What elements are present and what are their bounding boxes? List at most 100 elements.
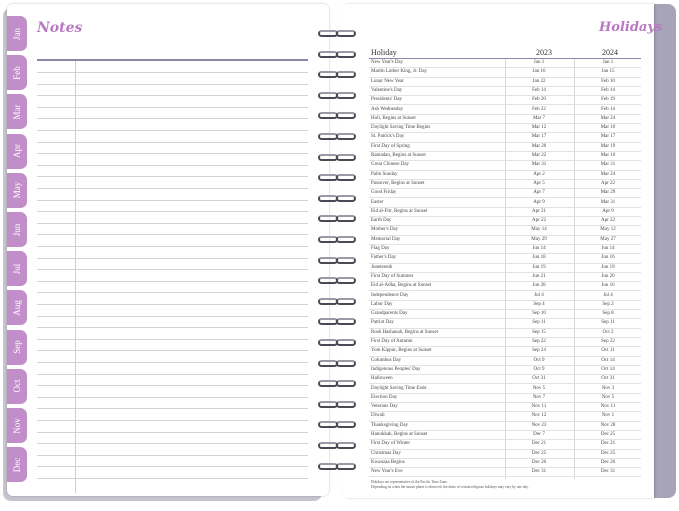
- holiday-name: Good Friday: [371, 190, 397, 196]
- month-tab-jan[interactable]: Jan: [7, 16, 27, 52]
- holiday-row: Patriot Day Sep 11 Sep 11: [369, 319, 641, 329]
- holiday-date-2023: Dec 31: [531, 469, 547, 475]
- month-tab-aug[interactable]: Aug: [7, 290, 27, 327]
- holiday-date-2023: Jan 1: [533, 60, 545, 65]
- holiday-name: Lunar New Year: [371, 78, 404, 84]
- spiral-coil: [316, 153, 360, 162]
- holiday-date-2023: Sep 24: [532, 348, 546, 354]
- holiday-name: Presidents' Day: [371, 97, 403, 103]
- note-line: [37, 130, 308, 131]
- holiday-row: Holi, Begins at Sunset Mar 7 Mar 24: [369, 115, 641, 125]
- holiday-row: Passover, Begins at Sunset Apr 5 Apr 22: [369, 180, 641, 190]
- holiday-name: Palm Sunday: [371, 171, 398, 177]
- holiday-row: Memorial Day May 29 May 27: [369, 236, 641, 245]
- holiday-date-2024: Jun 19: [601, 264, 615, 270]
- holiday-date-2023: Oct 31: [532, 376, 546, 382]
- holiday-row: Hanukkah, Begins at Sunset Dec 7 Dec 25: [369, 431, 641, 441]
- holiday-date-2023: Sep 15: [532, 329, 546, 335]
- holiday-name: First Day of Summer: [371, 273, 414, 279]
- holiday-name: Flag Day: [371, 246, 390, 251]
- holiday-date-2023: Sep 11: [532, 320, 546, 326]
- month-tab-feb[interactable]: Feb: [7, 55, 27, 92]
- note-line: [37, 292, 308, 294]
- holiday-date-2023: Jun 28: [532, 283, 546, 289]
- holiday-row: Juneteenth Jun 19 Jun 19: [369, 264, 641, 273]
- month-tab-oct[interactable]: Oct: [7, 368, 27, 405]
- note-line: [37, 304, 308, 305]
- holiday-name: Indigenous Peoples' Day: [371, 366, 421, 372]
- holiday-date-2023: Feb 14: [532, 87, 546, 93]
- note-line: [37, 234, 308, 236]
- month-tab-mar[interactable]: Mar: [7, 94, 27, 131]
- spiral-coil: [316, 318, 360, 326]
- holiday-date-2024: Oct 11: [601, 348, 615, 354]
- holiday-row: Lunar New Year Jan 22 Feb 10: [369, 78, 641, 87]
- month-tab-may[interactable]: May: [7, 172, 27, 209]
- spiral-coil: [316, 256, 360, 265]
- spiral-coil: [316, 215, 360, 223]
- holiday-date-2024: Apr 22: [600, 180, 616, 186]
- year-2023-column-header: 2023: [536, 48, 552, 57]
- holiday-row: Palm Sunday Apr 2 Mar 24: [369, 171, 641, 180]
- holiday-row: Ramadan, Begins at Sunset Mar 22 Mar 10: [369, 152, 641, 162]
- note-line: [37, 246, 308, 247]
- note-line: [37, 373, 308, 375]
- holiday-date-2024: Mar 17: [600, 134, 616, 140]
- holiday-date-2023: Mar 12: [531, 125, 547, 131]
- holiday-date-2023: Jul 4: [534, 292, 544, 298]
- month-tab-jul[interactable]: Jul: [7, 251, 27, 288]
- month-tab-sep[interactable]: Sep: [7, 329, 27, 366]
- holiday-date-2023: Nov 7: [532, 394, 546, 400]
- holiday-name: Labor Day: [371, 301, 393, 307]
- holiday-date-2024: Feb 14: [601, 87, 615, 93]
- holiday-row: Rosh Hashanah, Begins at Sunset Sep 15 Oct…: [369, 329, 641, 338]
- holiday-date-2023: Mar 20: [531, 143, 547, 149]
- spiral-coil: [316, 339, 360, 347]
- holiday-date-2024: Nov 1: [601, 413, 615, 419]
- holiday-row: Good Friday Apr 7 Mar 29: [369, 189, 641, 199]
- holiday-name: Daylight Saving Time Begins: [371, 125, 431, 131]
- holiday-date-2024: Jun 16: [601, 283, 615, 289]
- holiday-name: Eid al-Adha, Begins at Sunset: [371, 283, 432, 289]
- holiday-date-2024: Sep 8: [602, 311, 614, 317]
- holiday-column-header: Holiday: [371, 48, 397, 57]
- holiday-name: New Year's Eve: [371, 469, 403, 475]
- holiday-name: Hanukkah, Begins at Sunset: [371, 432, 428, 437]
- holiday-row: Eid al-Adha, Begins at Sunset Jun 28 Jun 1…: [369, 282, 641, 292]
- holiday-date-2023: Apr 21: [531, 208, 547, 214]
- holiday-date-2023: Dec 7: [533, 432, 545, 437]
- holiday-date-2024: Nov 28: [600, 422, 616, 428]
- holiday-date-2024: Apr 9: [602, 208, 614, 214]
- note-line: [37, 420, 308, 421]
- month-tab-label: Dec: [12, 457, 22, 472]
- spiral-coil: [316, 277, 360, 285]
- month-tab-apr[interactable]: Apr: [7, 133, 27, 170]
- holiday-date-2024: Feb 19: [601, 97, 615, 103]
- month-tab-jun[interactable]: Jun: [7, 212, 27, 248]
- holiday-date-2024: Dec 31: [600, 469, 616, 475]
- notes-title: Notes: [37, 20, 83, 36]
- holiday-row: Great Chinese Day Mar 31 Mar 31: [369, 161, 641, 171]
- holiday-row: Diwali Nov 12 Nov 1: [369, 412, 641, 422]
- holiday-date-2023: Apr 7: [533, 190, 545, 196]
- holiday-date-2024: Dec 26: [600, 459, 616, 465]
- holiday-row: Labor Day Sep 4 Sep 2: [369, 301, 641, 311]
- holiday-name: Election Day: [371, 394, 398, 400]
- month-tab-nov[interactable]: Nov: [7, 408, 27, 444]
- month-tab-dec[interactable]: Dec: [7, 447, 27, 484]
- holiday-row: First Day of Winter Dec 21 Dec 21: [369, 440, 641, 450]
- holiday-name: Great Chinese Day: [371, 162, 410, 168]
- holiday-date-2023: Apr 2: [533, 171, 545, 177]
- year-2024-column-header: 2024: [602, 48, 618, 57]
- holiday-row: First Day of Autumn Sep 22 Sep 22: [369, 338, 641, 348]
- spiral-coil: [316, 297, 360, 306]
- holiday-date-2023: Feb 22: [532, 106, 546, 112]
- spiral-coil: [316, 133, 360, 141]
- holiday-name: Independence Day: [371, 292, 409, 298]
- month-tab-label: Aug: [12, 300, 22, 316]
- holiday-date-2023: Nov 11: [531, 404, 547, 410]
- holiday-date-2024: Dec 25: [600, 432, 616, 437]
- holiday-name: New Year's Day: [371, 60, 404, 65]
- holiday-row: Kwanzaa Begins Dec 26 Dec 26: [369, 459, 641, 469]
- holiday-date-2024: Nov 11: [600, 404, 616, 410]
